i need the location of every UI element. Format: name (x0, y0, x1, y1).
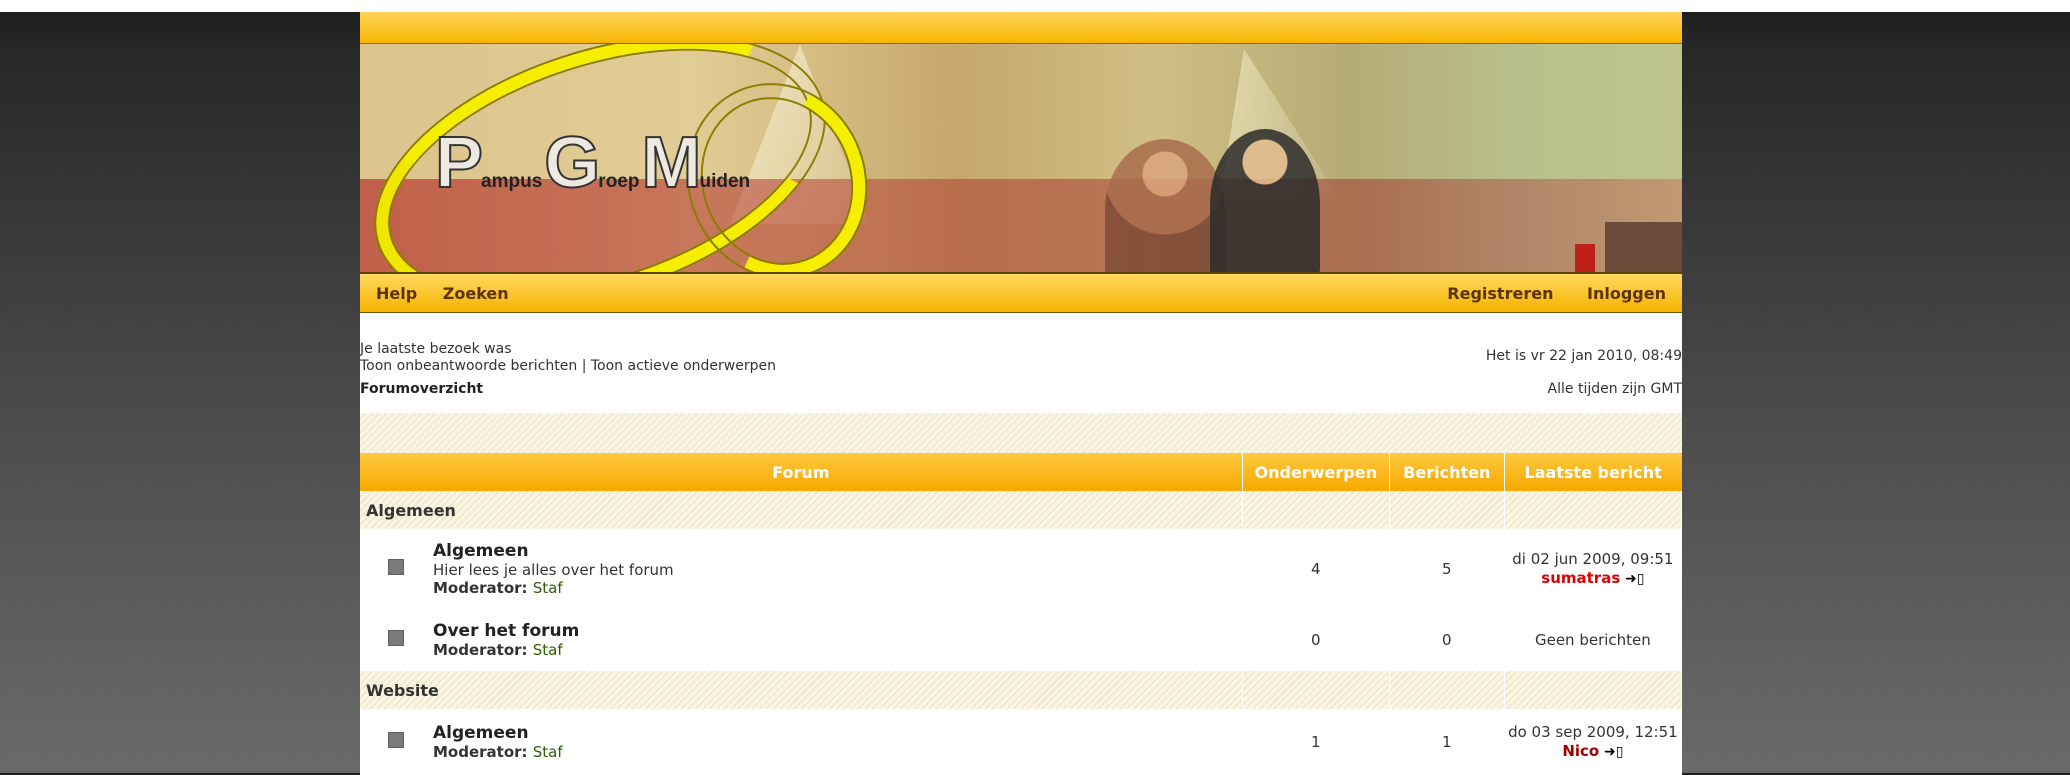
logo-word: roep (598, 171, 640, 192)
top-bar (360, 12, 1682, 44)
forum-row: Algemeen Hier lees je alles over het for… (360, 529, 1682, 609)
header-posts: Berichten (1389, 453, 1505, 491)
logo-letter-g: G (543, 123, 601, 203)
last-post-date: di 02 jun 2009, 09:51 (1512, 549, 1674, 568)
breadcrumb[interactable]: Forumoverzicht (360, 381, 483, 397)
forum-status-icon (360, 529, 432, 609)
forum-title[interactable]: Algemeen (433, 723, 1241, 743)
posts-count: 5 (1389, 529, 1505, 609)
posts-count: 1 (1389, 709, 1505, 775)
nav-search-link[interactable]: Zoeken (443, 284, 509, 303)
goto-post-icon[interactable]: ➜▯ (1604, 744, 1623, 760)
moderator-label: Moderator: (433, 579, 528, 597)
banner-post (1575, 244, 1595, 272)
forum-row: Over het forum Moderator: Staf 0 0 Geen … (360, 609, 1682, 671)
nav-right: Registreren Inloggen (1419, 284, 1666, 303)
nav-help-link[interactable]: Help (376, 284, 417, 303)
page-container: P ampus G roep M uiden Help Zoeken Regis… (360, 12, 1683, 775)
category-name[interactable]: Website (360, 671, 1243, 709)
forum-read-icon (388, 559, 404, 575)
forum-status-icon (360, 709, 432, 775)
moderator-label: Moderator: (433, 743, 528, 761)
category-row: Algemeen (360, 491, 1683, 529)
moderator-label: Moderator: (433, 641, 528, 659)
forum-title[interactable]: Algemeen (433, 541, 1241, 561)
logo-word: ampus (481, 171, 543, 192)
site-logo[interactable]: P ampus G roep M uiden (434, 119, 752, 203)
topics-count: 1 (1242, 709, 1390, 775)
header-last-post: Laatste bericht (1504, 453, 1682, 491)
forum-moderator: Moderator: Staf (433, 579, 1241, 597)
moderator-link[interactable]: Staf (533, 579, 563, 597)
moderator-link[interactable]: Staf (533, 743, 563, 761)
topics-count: 4 (1242, 529, 1390, 609)
nav-login-link[interactable]: Inloggen (1587, 284, 1666, 303)
table-header-row: Forum Onderwerpen Berichten Laatste beri… (360, 453, 1682, 491)
forum-moderator: Moderator: Staf (433, 743, 1241, 761)
logo-letter-p: P (434, 123, 484, 203)
forum-info: Algemeen Hier lees je alles over het for… (432, 529, 1243, 609)
top-strip (0, 0, 2070, 12)
forum-read-icon (388, 732, 404, 748)
current-time: Het is vr 22 jan 2010, 08:49 (1485, 348, 1682, 364)
banner-person (1105, 139, 1225, 272)
logo-letter-m: M (640, 123, 702, 203)
quick-links[interactable]: Toon onbeantwoorde berichten | Toon acti… (360, 358, 776, 374)
nav-left: Help Zoeken (376, 284, 529, 303)
last-post-date: Geen berichten (1534, 630, 1651, 649)
forum-row: Algemeen Moderator: Staf 1 1 do 03 sep 2… (360, 709, 1682, 775)
nav-register-link[interactable]: Registreren (1447, 284, 1553, 303)
banner-house (1605, 222, 1682, 272)
category-cell (1389, 671, 1505, 709)
header-forum: Forum (360, 453, 1243, 491)
last-post: do 03 sep 2009, 12:51 Nico ➜▯ (1504, 709, 1682, 775)
info-section: Je laatste bezoek was Toon onbeantwoorde… (360, 313, 1682, 413)
stripe-divider (360, 413, 1682, 453)
last-post-date: do 03 sep 2009, 12:51 (1508, 722, 1678, 741)
last-post-user[interactable]: sumatras (1541, 569, 1620, 587)
banner-person (1210, 129, 1320, 272)
category-name[interactable]: Algemeen (360, 491, 1243, 529)
goto-post-icon[interactable]: ➜▯ (1625, 571, 1644, 587)
header-banner: P ampus G roep M uiden (360, 44, 1682, 272)
last-post: di 02 jun 2009, 09:51 sumatras ➜▯ (1504, 529, 1682, 609)
header-topics: Onderwerpen (1242, 453, 1390, 491)
forum-moderator: Moderator: Staf (433, 641, 1241, 659)
forum-table: Forum Onderwerpen Berichten Laatste beri… (360, 453, 1683, 775)
forum-info: Algemeen Moderator: Staf (432, 709, 1243, 775)
category-cell (1242, 671, 1390, 709)
category-cell (1504, 671, 1683, 709)
logo-word: uiden (699, 171, 751, 192)
forum-read-icon (388, 630, 404, 646)
topics-count: 0 (1242, 609, 1390, 671)
last-post-user[interactable]: Nico (1562, 742, 1599, 760)
moderator-link[interactable]: Staf (533, 641, 563, 659)
forum-info: Over het forum Moderator: Staf (432, 609, 1243, 671)
main-navbar: Help Zoeken Registreren Inloggen (360, 272, 1682, 313)
category-cell (1504, 491, 1683, 529)
category-cell (1242, 491, 1390, 529)
forum-title[interactable]: Over het forum (433, 621, 1241, 641)
forum-status-icon (360, 609, 432, 671)
forum-description: Hier lees je alles over het forum (433, 561, 674, 579)
last-visit-text: Je laatste bezoek was (360, 341, 512, 357)
category-cell (1389, 491, 1505, 529)
category-row: Website (360, 671, 1683, 709)
posts-count: 0 (1389, 609, 1505, 671)
last-post: Geen berichten (1504, 609, 1682, 671)
timezone-text: Alle tijden zijn GMT (1547, 381, 1682, 397)
